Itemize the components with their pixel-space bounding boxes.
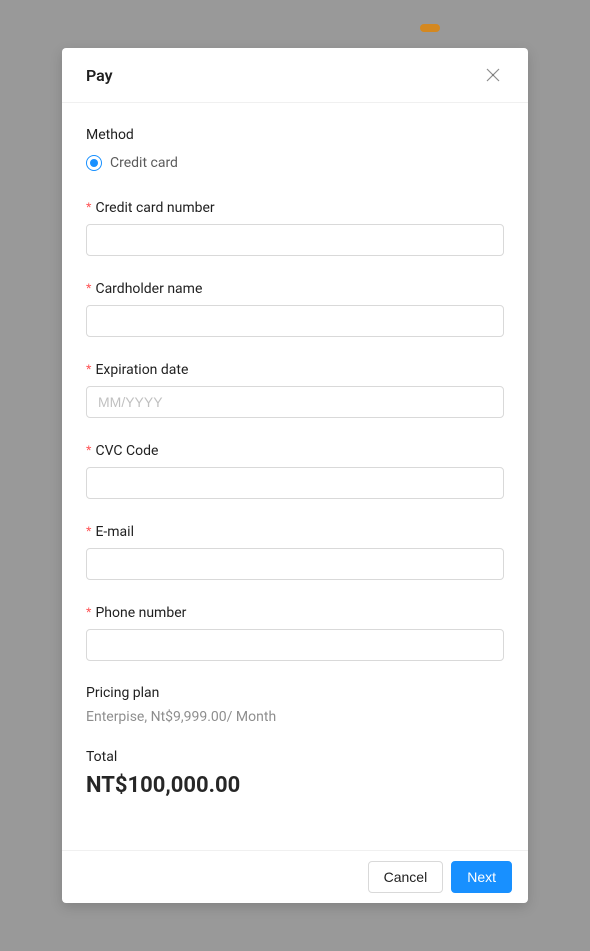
form-item-card-number: *Credit card number (86, 199, 504, 256)
next-button[interactable]: Next (451, 861, 512, 893)
form-item-cvc: *CVC Code (86, 442, 504, 499)
modal-body: Method Credit card *Credit card number *… (62, 103, 528, 850)
required-mark: * (86, 604, 91, 620)
pricing-plan-section: Pricing plan Enterpise, Nt$9,999.00/ Mon… (86, 685, 504, 725)
email-label-text: E-mail (95, 524, 134, 540)
pricing-plan-value: Enterpise, Nt$9,999.00/ Month (86, 709, 504, 725)
cvc-label: *CVC Code (86, 442, 504, 459)
cardholder-name-label-text: Cardholder name (95, 281, 202, 297)
modal-footer: Cancel Next (62, 850, 528, 903)
pricing-plan-label: Pricing plan (86, 685, 504, 701)
card-number-input[interactable] (86, 224, 504, 256)
total-value: NT$100,000.00 (86, 773, 504, 798)
pay-modal: Pay Method Credit card *Credit card numb… (62, 48, 528, 903)
cardholder-name-label: *Cardholder name (86, 280, 504, 297)
required-mark: * (86, 199, 91, 215)
method-label: Method (86, 127, 504, 143)
phone-input[interactable] (86, 629, 504, 661)
modal-header: Pay (62, 48, 528, 103)
cardholder-name-input[interactable] (86, 305, 504, 337)
phone-label-text: Phone number (95, 605, 186, 621)
close-button[interactable] (482, 64, 504, 86)
form-item-email: *E-mail (86, 523, 504, 580)
expiration-date-label-text: Expiration date (95, 362, 188, 378)
total-section: Total NT$100,000.00 (86, 749, 504, 798)
cancel-button[interactable]: Cancel (368, 861, 444, 893)
required-mark: * (86, 523, 91, 539)
required-mark: * (86, 280, 91, 296)
email-label: *E-mail (86, 523, 504, 540)
required-mark: * (86, 361, 91, 377)
background-badge (420, 24, 440, 32)
required-mark: * (86, 442, 91, 458)
radio-credit-card-label: Credit card (110, 155, 178, 171)
method-radio-group: Credit card (86, 151, 504, 175)
expiration-date-label: *Expiration date (86, 361, 504, 378)
card-number-label-text: Credit card number (95, 200, 214, 216)
modal-title: Pay (86, 66, 113, 85)
card-number-label: *Credit card number (86, 199, 504, 216)
form-item-phone: *Phone number (86, 604, 504, 661)
form-item-cardholder-name: *Cardholder name (86, 280, 504, 337)
cvc-input[interactable] (86, 467, 504, 499)
phone-label: *Phone number (86, 604, 504, 621)
radio-icon (86, 155, 102, 171)
email-input[interactable] (86, 548, 504, 580)
radio-dot (90, 159, 98, 167)
cvc-label-text: CVC Code (95, 443, 158, 459)
total-label: Total (86, 749, 504, 765)
expiration-date-input[interactable] (86, 386, 504, 418)
form-item-expiration-date: *Expiration date (86, 361, 504, 418)
close-icon (486, 68, 500, 82)
radio-credit-card[interactable]: Credit card (86, 151, 504, 175)
